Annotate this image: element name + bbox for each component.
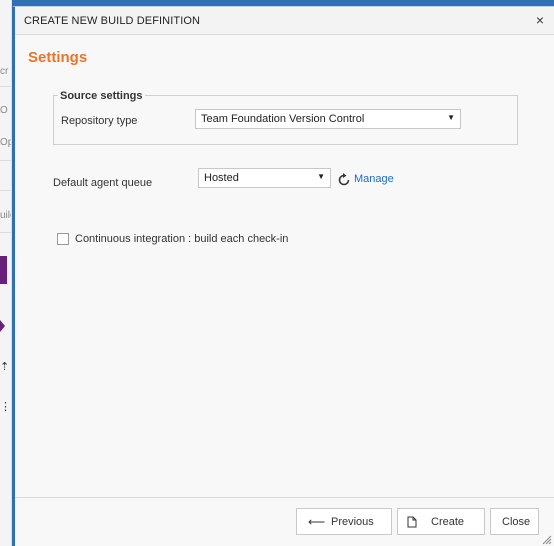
- source-settings-legend: Source settings: [58, 90, 145, 102]
- create-button-label: Create: [431, 516, 465, 528]
- background-divider: [0, 190, 11, 191]
- background-text-fragment: cr: [0, 66, 9, 77]
- background-divider: [0, 232, 11, 233]
- settings-heading: Settings: [28, 49, 88, 66]
- close-button-label: Close: [502, 516, 531, 528]
- agent-queue-select[interactable]: Hosted ▼: [198, 168, 331, 188]
- manage-link[interactable]: Manage: [354, 173, 394, 185]
- background-text-fragment: Op: [0, 137, 11, 148]
- arrow-left-icon: ⟵: [308, 515, 326, 529]
- continuous-integration-checkbox[interactable]: [57, 233, 69, 245]
- agent-queue-value: Hosted: [204, 172, 239, 184]
- create-button[interactable]: Create: [397, 508, 485, 535]
- dialog-footer: ⟵ Previous Create Close: [15, 497, 554, 546]
- background-more-icon: ⋮: [0, 401, 11, 413]
- background-brand-tile: [0, 256, 7, 284]
- background-brand-arrow: [0, 320, 5, 332]
- close-icon[interactable]: ×: [536, 12, 544, 28]
- source-settings-group: Source settings Repository type Team Fou…: [53, 90, 518, 145]
- create-build-definition-dialog: CREATE NEW BUILD DEFINITION × Settings S…: [12, 6, 554, 546]
- continuous-integration-label: Continuous integration : build each chec…: [75, 233, 289, 245]
- previous-button-label: Previous: [331, 516, 374, 528]
- refresh-icon[interactable]: [336, 172, 352, 188]
- chevron-down-icon: ▼: [317, 172, 325, 181]
- background-text-fragment: uilc: [0, 210, 11, 221]
- dialog-titlebar: CREATE NEW BUILD DEFINITION ×: [15, 7, 554, 35]
- dialog-title: CREATE NEW BUILD DEFINITION: [24, 15, 201, 27]
- new-document-icon: [407, 516, 417, 528]
- background-upload-icon: ⇡: [0, 361, 10, 373]
- background-divider: [0, 86, 11, 87]
- background-divider: [0, 160, 11, 161]
- agent-queue-label: Default agent queue: [53, 177, 153, 189]
- background-text-fragment: O: [0, 105, 8, 116]
- previous-button[interactable]: ⟵ Previous: [296, 508, 392, 535]
- chevron-down-icon: ▼: [447, 113, 455, 122]
- repository-type-label: Repository type: [61, 115, 138, 127]
- repository-type-select[interactable]: Team Foundation Version Control ▼: [195, 109, 461, 129]
- background-app-strip: cr O Op uilc ⇡ ⋮: [0, 0, 12, 546]
- resize-grip-icon[interactable]: [542, 535, 552, 545]
- close-button[interactable]: Close: [490, 508, 539, 535]
- repository-type-value: Team Foundation Version Control: [201, 113, 365, 125]
